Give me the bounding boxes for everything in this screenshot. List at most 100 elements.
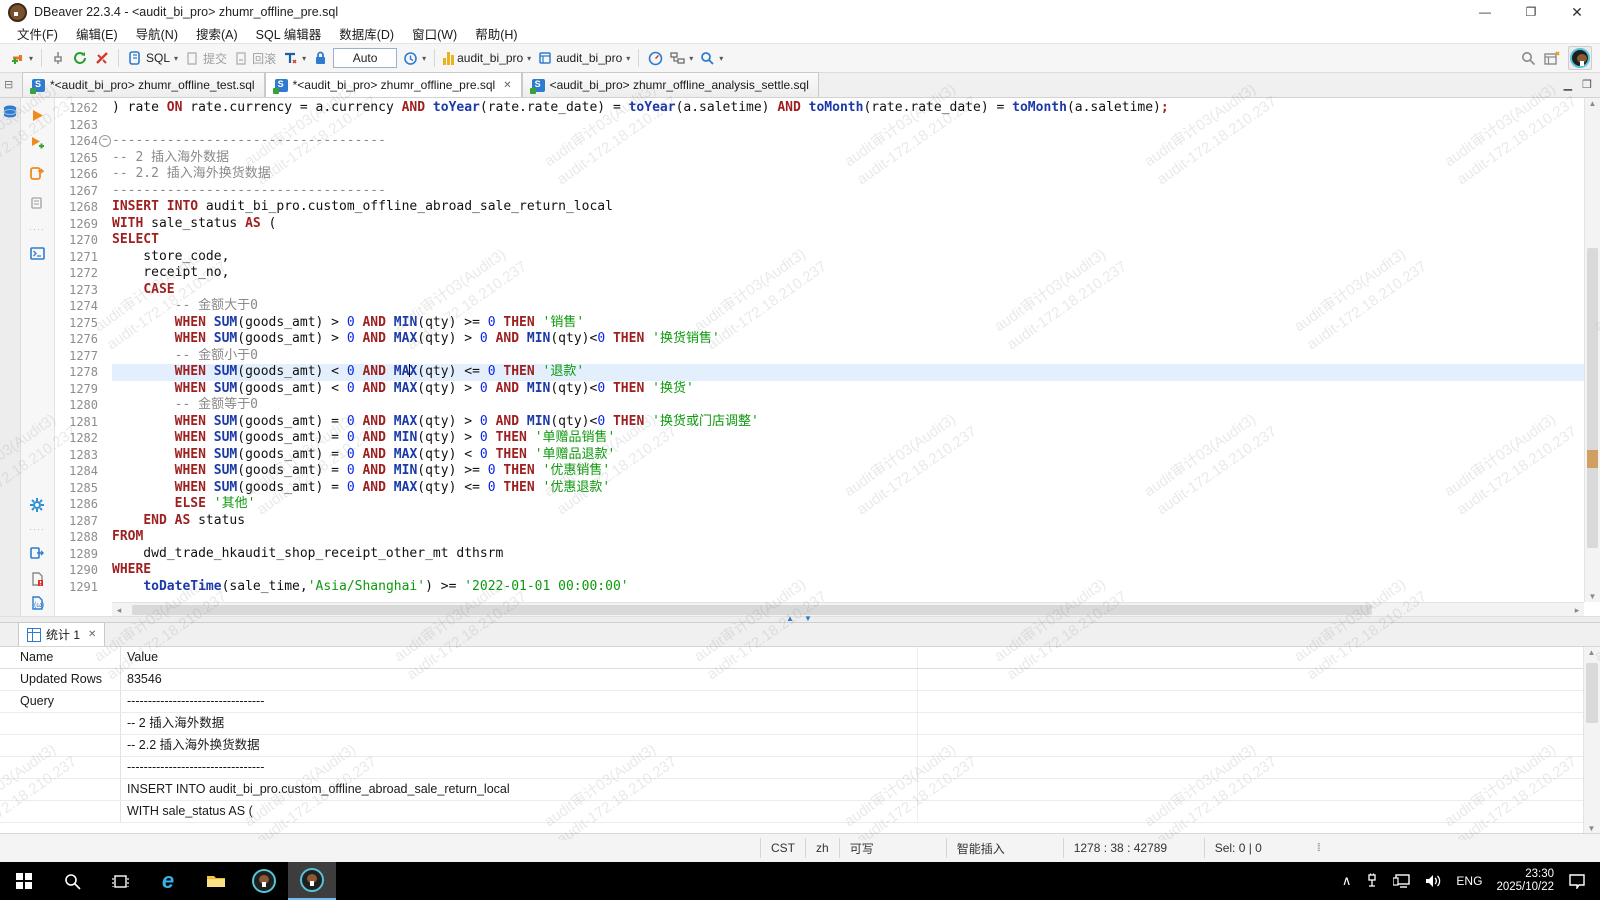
network-tray-icon[interactable] xyxy=(1393,874,1411,888)
code-line[interactable]: 1266-- 2.2 插入海外换货数据 xyxy=(54,166,1584,183)
menu-item-6[interactable]: 窗口(W) xyxy=(403,24,466,43)
connect-button[interactable] xyxy=(47,48,69,68)
execute-new-tab-button[interactable] xyxy=(28,134,46,152)
code-line[interactable]: 1272 receipt_no, xyxy=(54,265,1584,282)
menu-item-0[interactable]: 文件(F) xyxy=(8,24,67,43)
menu-item-2[interactable]: 导航(N) xyxy=(127,24,187,43)
editor-vertical-scrollbar[interactable]: ▲ ▼ xyxy=(1584,98,1600,602)
taskbar-search-button[interactable] xyxy=(48,862,96,900)
scrollbar-thumb[interactable] xyxy=(1586,663,1598,723)
menu-item-5[interactable]: 数据库(D) xyxy=(330,24,403,43)
results-vertical-scrollbar[interactable]: ▲ ▼ xyxy=(1583,647,1600,834)
dbeaver-taskbar-button[interactable] xyxy=(240,862,288,900)
code-line[interactable]: 1273 CASE xyxy=(54,282,1584,299)
export-result-button[interactable] xyxy=(28,544,46,562)
menu-item-1[interactable]: 编辑(E) xyxy=(67,24,127,43)
code-line[interactable]: 1264−----------------------------------- xyxy=(54,133,1584,150)
code-line[interactable]: 1290WHERE xyxy=(54,562,1584,579)
menu-item-3[interactable]: 搜索(A) xyxy=(187,24,247,43)
result-row[interactable]: -- 2.2 插入海外换货数据 xyxy=(0,735,1584,757)
tray-chevron-icon[interactable]: ∧ xyxy=(1342,873,1352,889)
quick-access-search-icon[interactable] xyxy=(1520,50,1536,66)
task-view-button[interactable] xyxy=(96,862,144,900)
usb-icon[interactable] xyxy=(1365,873,1379,889)
scroll-down-icon[interactable]: ▼ xyxy=(1584,824,1599,833)
code-line[interactable]: 1271 store_code, xyxy=(54,249,1584,266)
code-line[interactable]: 1283 WHEN SUM(goods_amt) = 0 AND MAX(qty… xyxy=(54,447,1584,464)
scrollbar-thumb[interactable] xyxy=(132,605,1372,615)
lock-button[interactable] xyxy=(309,48,331,68)
start-button[interactable] xyxy=(0,862,48,900)
result-row[interactable]: WITH sale_status AS ( xyxy=(0,801,1584,823)
connection-selector[interactable]: audit_bi_pro ▾ xyxy=(440,49,534,67)
network-button[interactable]: ▾ xyxy=(666,48,696,68)
code-line[interactable]: 1276 WHEN SUM(goods_amt) > 0 AND MAX(qty… xyxy=(54,331,1584,348)
scroll-left-icon[interactable]: ◂ xyxy=(112,605,126,616)
code-line[interactable]: 1291 toDateTime(sale_time,'Asia/Shanghai… xyxy=(54,579,1584,596)
sql-editor[interactable]: 1262) rate ON rate.currency = a.currency… xyxy=(54,98,1584,602)
disconnect-button[interactable] xyxy=(91,48,113,68)
dbeaver-perspective-button[interactable] xyxy=(1568,46,1592,70)
database-selector[interactable]: audit_bi_pro ▾ xyxy=(534,48,633,68)
restore-panel-icon[interactable]: ⊟ xyxy=(4,78,13,91)
code-line[interactable]: 1289 dwd_trade_hkaudit_shop_receipt_othe… xyxy=(54,546,1584,563)
column-header-name[interactable]: Name xyxy=(0,647,121,668)
code-line[interactable]: 1269WITH sale_status AS ( xyxy=(54,216,1584,233)
code-line[interactable]: 1286 ELSE '其他' xyxy=(54,496,1584,513)
editor-tab-0[interactable]: *<audit_bi_pro> zhumr_offline_test.sql xyxy=(22,72,265,97)
code-line[interactable]: 1288FROM xyxy=(54,529,1584,546)
scroll-up-icon[interactable]: ▲ xyxy=(1584,648,1599,657)
scrollbar-thumb[interactable] xyxy=(1587,248,1598,548)
new-connection-button[interactable]: ▾ xyxy=(6,48,36,68)
scroll-up-icon[interactable]: ▲ xyxy=(1585,99,1600,108)
tab-close-icon[interactable]: ✕ xyxy=(503,80,511,91)
menu-item-7[interactable]: 帮助(H) xyxy=(466,24,526,43)
minimize-view-icon[interactable]: ▁ xyxy=(1564,78,1572,91)
close-button[interactable]: ✕ xyxy=(1554,0,1600,24)
result-row[interactable]: Updated Rows83546 xyxy=(0,669,1584,691)
script-variables-button[interactable]: (ω) xyxy=(28,594,46,612)
code-line[interactable]: 1282 WHEN SUM(goods_amt) = 0 AND MIN(qty… xyxy=(54,430,1584,447)
column-header-value[interactable]: Value xyxy=(121,647,918,668)
code-line[interactable]: 1279 WHEN SUM(goods_amt) < 0 AND MAX(qty… xyxy=(54,381,1584,398)
editor-tab-2[interactable]: <audit_bi_pro> zhumr_offline_analysis_se… xyxy=(522,72,819,97)
file-explorer-button[interactable] xyxy=(192,862,240,900)
input-language-indicator[interactable]: ENG xyxy=(1456,874,1482,888)
editor-tab-1[interactable]: *<audit_bi_pro> zhumr_offline_pre.sql✕ xyxy=(265,72,522,97)
execute-script-button[interactable] xyxy=(28,164,46,182)
tx-log-button[interactable]: ▾ xyxy=(399,48,429,68)
action-center-icon[interactable] xyxy=(1568,873,1586,889)
scroll-down-icon[interactable]: ▼ xyxy=(1585,592,1600,601)
code-line[interactable]: 1275 WHEN SUM(goods_amt) > 0 AND MIN(qty… xyxy=(54,315,1584,332)
statistics-tab[interactable]: 统计 1 ✕ xyxy=(18,622,105,646)
code-line[interactable]: 1268INSERT INTO audit_bi_pro.custom_offl… xyxy=(54,199,1584,216)
settings-gear-icon[interactable] xyxy=(28,496,46,514)
menu-item-4[interactable]: SQL 编辑器 xyxy=(247,24,331,43)
code-line[interactable]: 1265-- 2 插入海外数据 xyxy=(54,150,1584,167)
maximize-view-icon[interactable]: ❒ xyxy=(1582,78,1592,91)
code-line[interactable]: 1270SELECT xyxy=(54,232,1584,249)
code-line[interactable]: 1281 WHEN SUM(goods_amt) = 0 AND MAX(qty… xyxy=(54,414,1584,431)
dbeaver-active-taskbar-button[interactable] xyxy=(288,862,336,900)
performance-button[interactable] xyxy=(644,48,666,68)
code-line[interactable]: 1262) rate ON rate.currency = a.currency… xyxy=(54,100,1584,117)
commit-mode-combo[interactable]: Auto xyxy=(333,48,397,68)
code-line[interactable]: 1274 -- 金额大于0 xyxy=(54,298,1584,315)
reconnect-button[interactable] xyxy=(69,48,91,68)
database-navigator-icon[interactable] xyxy=(2,104,18,120)
status-caret-position[interactable]: 1278 : 38 : 42789 xyxy=(1063,838,1204,858)
maximize-button[interactable]: ❐ xyxy=(1508,0,1554,24)
save-report-button[interactable] xyxy=(28,570,46,588)
scroll-right-icon[interactable]: ▸ xyxy=(1570,605,1584,616)
result-row[interactable]: INSERT INTO audit_bi_pro.custom_offline_… xyxy=(0,779,1584,801)
volume-icon[interactable] xyxy=(1425,874,1442,888)
result-row[interactable]: Query--------------------------------- xyxy=(0,691,1584,713)
code-line[interactable]: 1287 END AS status xyxy=(54,513,1584,530)
editor-horizontal-scrollbar[interactable]: ◂ ▸ xyxy=(112,602,1584,617)
sql-console-button[interactable] xyxy=(28,244,46,262)
result-row[interactable]: -- 2 插入海外数据 xyxy=(0,713,1584,735)
code-line[interactable]: 1267----------------------------------- xyxy=(54,183,1584,200)
internet-explorer-button[interactable]: e xyxy=(144,862,192,900)
execute-statement-button[interactable] xyxy=(28,106,46,124)
open-perspective-icon[interactable] xyxy=(1544,50,1560,66)
